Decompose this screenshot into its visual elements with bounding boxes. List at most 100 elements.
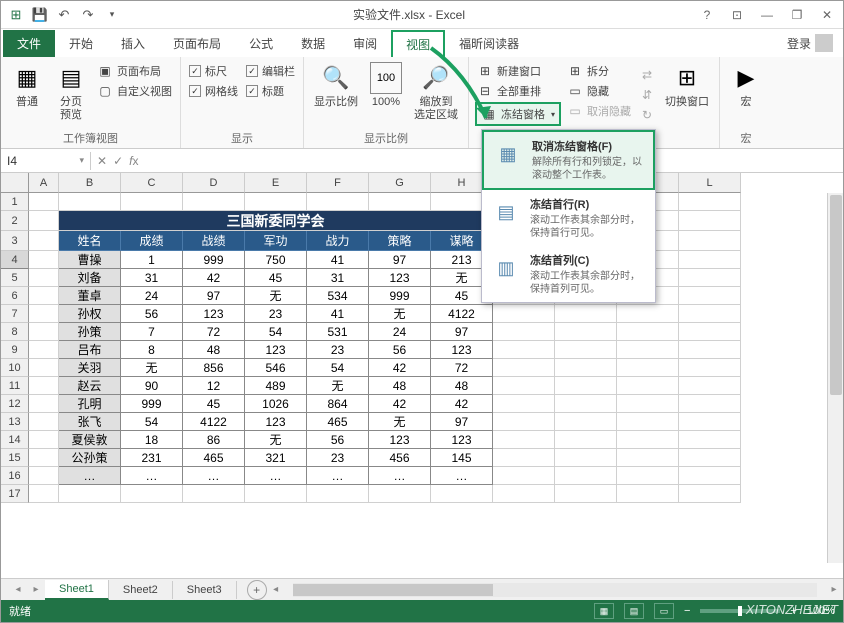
zoom-out-icon[interactable]: − xyxy=(684,605,690,617)
cell[interactable] xyxy=(617,467,679,485)
hscroll-left[interactable]: ◂ xyxy=(267,584,285,595)
cell[interactable] xyxy=(617,341,679,359)
table-cell[interactable]: 48 xyxy=(431,377,493,395)
tab-review[interactable]: 审阅 xyxy=(339,30,391,57)
arrange-button[interactable]: ⊟全部重排 xyxy=(475,82,561,100)
table-cell[interactable]: 无 xyxy=(121,359,183,377)
row-header[interactable]: 16 xyxy=(1,467,29,485)
table-cell[interactable]: 24 xyxy=(121,287,183,305)
row-header[interactable]: 3 xyxy=(1,231,29,251)
table-title[interactable]: 三国新委同学会 xyxy=(59,211,493,231)
cell[interactable] xyxy=(121,193,183,211)
cell[interactable] xyxy=(555,323,617,341)
table-cell[interactable]: 41 xyxy=(307,305,369,323)
table-cell[interactable]: 31 xyxy=(121,269,183,287)
zoom-button[interactable]: 🔍显示比例 xyxy=(310,60,362,111)
freeze-top-row-item[interactable]: ▤ 冻结首行(R) 滚动工作表其余部分时，保持首行可见。 xyxy=(482,190,655,246)
column-header[interactable]: L xyxy=(679,173,741,193)
table-cell[interactable]: 孔明 xyxy=(59,395,121,413)
table-cell[interactable]: 999 xyxy=(183,251,245,269)
cell[interactable] xyxy=(679,377,741,395)
restore-icon[interactable]: ❐ xyxy=(785,5,809,25)
table-cell[interactable]: 无 xyxy=(245,287,307,305)
zoom-slider[interactable] xyxy=(700,609,780,613)
table-header-cell[interactable]: 战力 xyxy=(307,231,369,251)
table-cell[interactable]: 无 xyxy=(369,305,431,323)
scroll-thumb[interactable] xyxy=(830,195,842,395)
cell[interactable] xyxy=(29,231,59,251)
table-cell[interactable]: … xyxy=(369,467,431,485)
newwindow-button[interactable]: ⊞新建窗口 xyxy=(475,62,561,80)
table-cell[interactable]: 999 xyxy=(369,287,431,305)
enter-icon[interactable]: ✓ xyxy=(113,154,123,168)
close-icon[interactable]: ✕ xyxy=(815,5,839,25)
cell[interactable] xyxy=(493,323,555,341)
cancel-icon[interactable]: ✕ xyxy=(97,154,107,168)
cell[interactable] xyxy=(431,485,493,503)
cell[interactable] xyxy=(29,449,59,467)
cell[interactable] xyxy=(29,287,59,305)
cell[interactable] xyxy=(29,305,59,323)
tab-file[interactable]: 文件 xyxy=(3,30,55,57)
spreadsheet-grid[interactable]: ABCDEFGHIJKL 12三国新委同学会3姓名成绩战绩军功战力策略谋略4曹操… xyxy=(1,173,843,567)
cell[interactable] xyxy=(493,359,555,377)
table-cell[interactable]: 夏侯敦 xyxy=(59,431,121,449)
split-button[interactable]: ⊞拆分 xyxy=(565,62,633,80)
tab-home[interactable]: 开始 xyxy=(55,30,107,57)
table-cell[interactable]: 4122 xyxy=(431,305,493,323)
row-header[interactable]: 4 xyxy=(1,251,29,269)
scroll-thumb[interactable] xyxy=(293,584,493,596)
cell[interactable] xyxy=(29,467,59,485)
cell[interactable] xyxy=(679,485,741,503)
table-cell[interactable]: … xyxy=(183,467,245,485)
redo-icon[interactable]: ↷ xyxy=(77,4,99,26)
table-cell[interactable]: 孙权 xyxy=(59,305,121,323)
switchwindow-button[interactable]: ⊞切换窗口 xyxy=(661,60,713,111)
table-cell[interactable]: 123 xyxy=(369,431,431,449)
table-cell[interactable]: 123 xyxy=(245,341,307,359)
sheet-tab-2[interactable]: Sheet2 xyxy=(109,581,173,599)
sheet-nav-prev[interactable]: ◂ xyxy=(9,584,27,595)
freeze-panes-button[interactable]: ▦冻结窗格▾ xyxy=(475,102,561,126)
cell[interactable] xyxy=(493,449,555,467)
normal-view-button[interactable]: ▦普通 xyxy=(7,60,47,111)
cell[interactable] xyxy=(29,395,59,413)
table-cell[interactable]: 465 xyxy=(307,413,369,431)
cell[interactable] xyxy=(245,193,307,211)
row-header[interactable]: 13 xyxy=(1,413,29,431)
cell[interactable] xyxy=(493,305,555,323)
table-cell[interactable]: 97 xyxy=(183,287,245,305)
cell[interactable] xyxy=(245,485,307,503)
table-cell[interactable]: 7 xyxy=(121,323,183,341)
cell[interactable] xyxy=(679,251,741,269)
table-cell[interactable]: 孙策 xyxy=(59,323,121,341)
add-sheet-button[interactable]: + xyxy=(247,580,267,600)
table-cell[interactable]: 无 xyxy=(307,377,369,395)
sheet-tab-1[interactable]: Sheet1 xyxy=(45,580,109,600)
hide-button[interactable]: ▭隐藏 xyxy=(565,82,633,100)
vertical-scrollbar[interactable] xyxy=(827,193,843,563)
cell[interactable] xyxy=(493,341,555,359)
table-cell[interactable]: 42 xyxy=(369,395,431,413)
cell[interactable] xyxy=(679,359,741,377)
cell[interactable] xyxy=(29,431,59,449)
tab-layout[interactable]: 页面布局 xyxy=(159,30,235,57)
tab-insert[interactable]: 插入 xyxy=(107,30,159,57)
table-cell[interactable]: 56 xyxy=(369,341,431,359)
zoom100-button[interactable]: 100100% xyxy=(366,60,406,111)
column-header[interactable]: B xyxy=(59,173,121,193)
table-cell[interactable]: 赵云 xyxy=(59,377,121,395)
cell[interactable] xyxy=(29,413,59,431)
table-cell[interactable]: 489 xyxy=(245,377,307,395)
cell[interactable] xyxy=(617,323,679,341)
cell[interactable] xyxy=(493,485,555,503)
row-header[interactable]: 15 xyxy=(1,449,29,467)
cell[interactable] xyxy=(29,323,59,341)
row-header[interactable]: 11 xyxy=(1,377,29,395)
cell[interactable] xyxy=(679,449,741,467)
horizontal-scrollbar[interactable] xyxy=(293,583,817,597)
cell[interactable] xyxy=(555,467,617,485)
table-cell[interactable]: 546 xyxy=(245,359,307,377)
table-cell[interactable]: 23 xyxy=(307,449,369,467)
cell[interactable] xyxy=(29,193,59,211)
